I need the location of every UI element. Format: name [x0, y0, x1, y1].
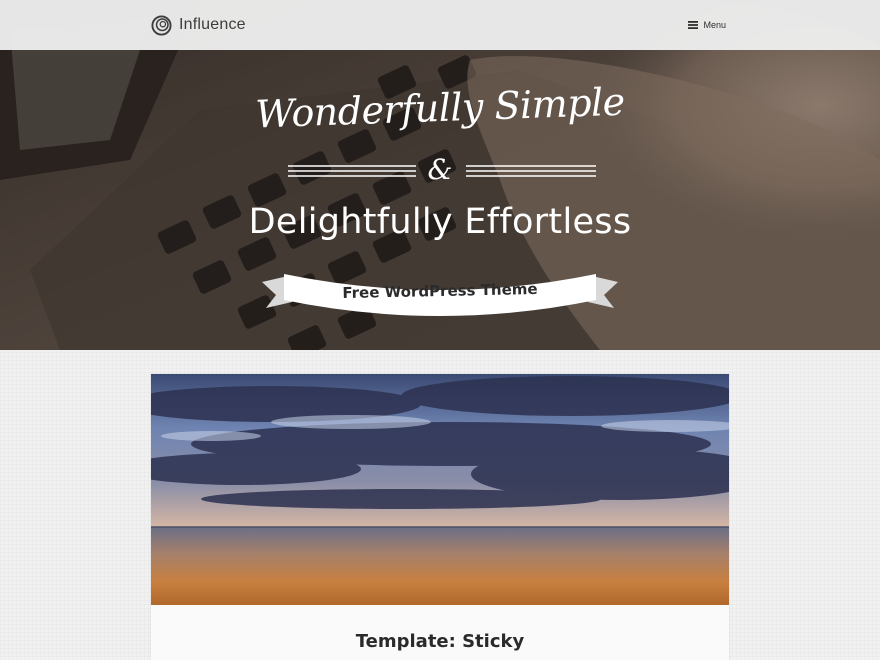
circle-swirl-logo-icon: [151, 14, 172, 36]
sticky-post-card: Template: Sticky: [151, 374, 729, 660]
post-title[interactable]: Template: Sticky: [151, 631, 729, 652]
site-logo[interactable]: Influence: [151, 13, 246, 37]
menu-button[interactable]: Menu: [688, 17, 726, 33]
menu-label: Menu: [703, 20, 726, 30]
hero-banner: Wonderfully Simple & Delightfully Effort…: [0, 0, 880, 350]
site-title: Influence: [179, 16, 246, 33]
hero-heading: Delightfully Effortless: [248, 202, 632, 242]
hero-ampersand: &: [427, 153, 453, 186]
site-header: Influence Menu: [0, 0, 880, 50]
post-featured-image[interactable]: [151, 374, 729, 605]
hamburger-icon: [688, 21, 699, 29]
